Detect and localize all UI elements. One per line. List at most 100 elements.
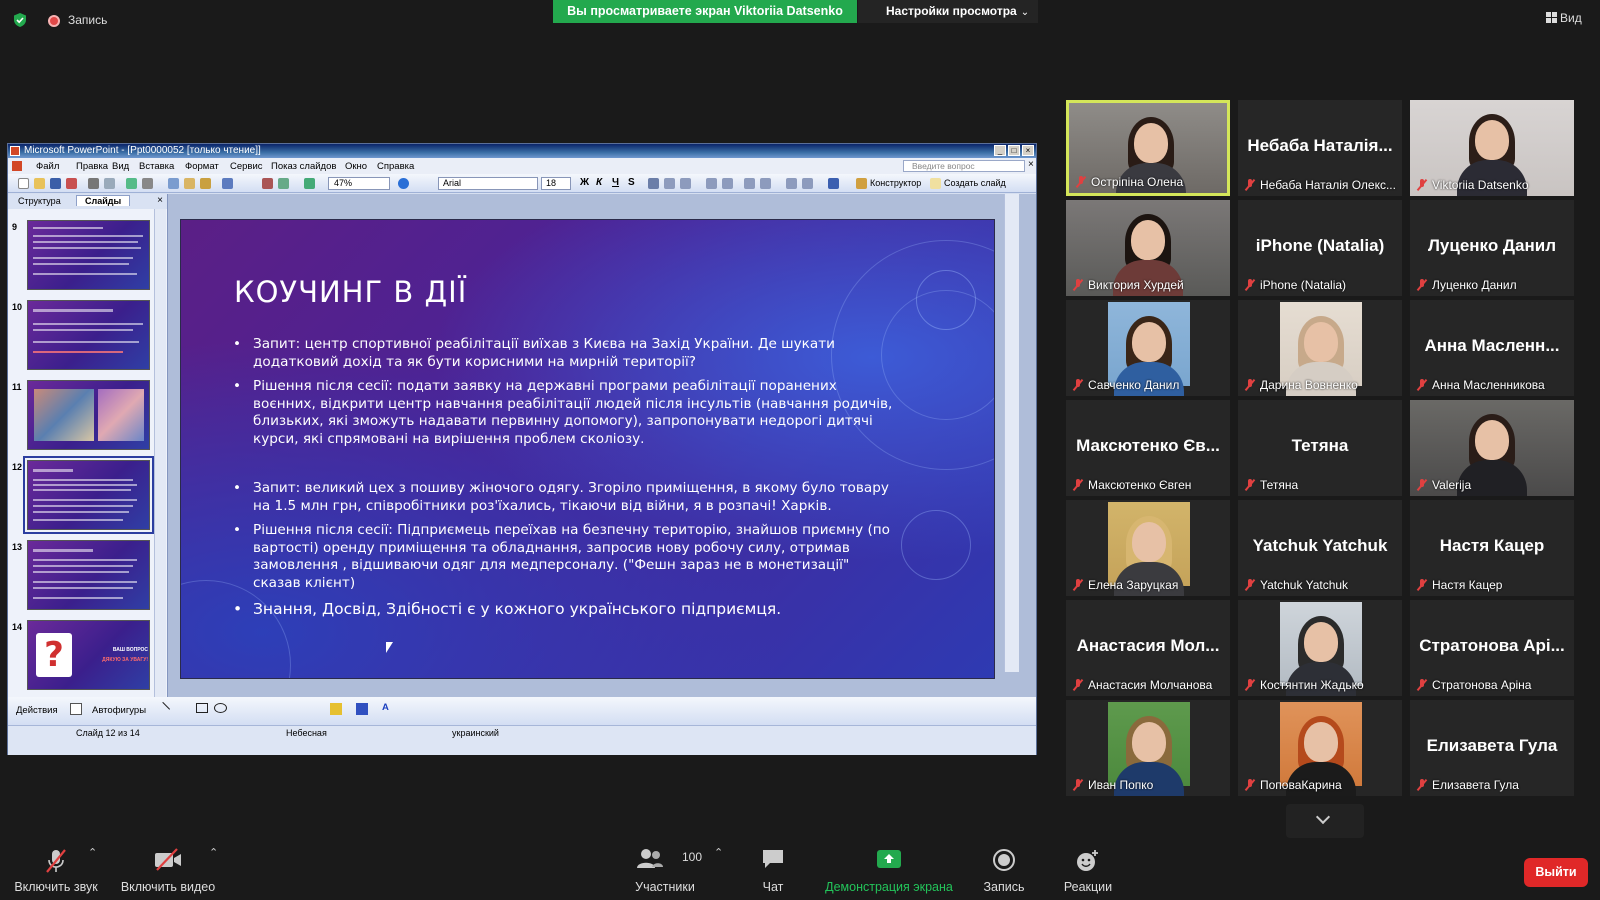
- maximize-icon[interactable]: □: [1008, 145, 1020, 156]
- decrease-font-icon[interactable]: [760, 178, 771, 189]
- font-select[interactable]: Arial: [438, 177, 538, 190]
- menu-file[interactable]: Файл: [36, 161, 59, 172]
- oval-tool-icon[interactable]: [214, 703, 227, 713]
- slide-scrollbar[interactable]: [1004, 194, 1019, 672]
- start-video-button[interactable]: Включить видео: [116, 838, 220, 900]
- slide-thumbnail-14[interactable]: ? ВАШ ВОПРОС ДЯКУЮ ЗА УВАГУ!: [27, 620, 150, 690]
- font-color-icon[interactable]: [828, 178, 839, 189]
- line-tool-icon[interactable]: [155, 701, 171, 717]
- participant-tile[interactable]: Дарина Вовненко: [1238, 300, 1402, 396]
- menu-insert[interactable]: Вставка: [139, 161, 174, 172]
- text-color-icon[interactable]: A: [382, 702, 389, 713]
- tab-slides[interactable]: Слайды: [76, 195, 131, 206]
- participants-button[interactable]: 100 Участники: [622, 838, 708, 900]
- participant-tile[interactable]: Иван Попко: [1066, 700, 1230, 796]
- slide-thumbnail-11[interactable]: [27, 380, 150, 450]
- participants-options-caret[interactable]: ⌃: [714, 846, 723, 859]
- participant-tile[interactable]: iPhone (Natalia) iPhone (Natalia): [1238, 200, 1402, 296]
- participant-tile[interactable]: Елизавета Гула Елизавета Гула: [1410, 700, 1574, 796]
- align-left-icon[interactable]: [648, 178, 659, 189]
- participant-tile[interactable]: Тетяна Тетяна: [1238, 400, 1402, 496]
- rectangle-tool-icon[interactable]: [196, 703, 208, 713]
- print-icon[interactable]: [88, 178, 99, 189]
- slide-thumbnail-10[interactable]: [27, 300, 150, 370]
- close-doc-icon[interactable]: ×: [1028, 159, 1034, 170]
- paste-icon[interactable]: [184, 178, 195, 189]
- shadow-button[interactable]: S: [628, 177, 635, 188]
- insert-chart-icon[interactable]: [262, 178, 273, 189]
- pane-close-icon[interactable]: ×: [157, 195, 163, 206]
- record-button[interactable]: Запись: [978, 838, 1030, 900]
- menu-edit[interactable]: Правка: [76, 161, 108, 172]
- participant-tile[interactable]: Стратонова Арі... Стратонова Аріна: [1410, 600, 1574, 696]
- select-pointer-icon[interactable]: [70, 703, 82, 715]
- participant-tile[interactable]: Максютенко Єв... Максютенко Євген: [1066, 400, 1230, 496]
- chat-button[interactable]: Чат: [748, 838, 798, 900]
- menu-view[interactable]: Вид: [112, 161, 129, 172]
- fill-color-icon[interactable]: [330, 703, 342, 715]
- bold-button[interactable]: Ж: [580, 177, 589, 188]
- help-icon[interactable]: [398, 178, 409, 189]
- participant-tile[interactable]: Viktoriia Datsenko: [1410, 100, 1574, 196]
- decrease-indent-icon[interactable]: [786, 178, 797, 189]
- gallery-next-page-button[interactable]: [1286, 804, 1364, 838]
- participant-tile[interactable]: Анастасия Мол... Анастасия Молчанова: [1066, 600, 1230, 696]
- new-slide-button[interactable]: Создать слайд: [944, 178, 1006, 188]
- view-button[interactable]: Вид: [1546, 11, 1582, 25]
- slide-thumbnail-13[interactable]: [27, 540, 150, 610]
- leave-meeting-button[interactable]: Выйти: [1524, 858, 1588, 887]
- line-color-icon[interactable]: [356, 703, 368, 715]
- research-icon[interactable]: [142, 178, 153, 189]
- participant-tile[interactable]: Савченко Данил: [1066, 300, 1230, 396]
- underline-button[interactable]: Ч: [612, 177, 619, 188]
- font-size-select[interactable]: 18: [541, 177, 571, 190]
- thumbnails-scrollbar[interactable]: [154, 209, 166, 724]
- numbering-icon[interactable]: [706, 178, 717, 189]
- participant-tile[interactable]: ПоповаКарина: [1238, 700, 1402, 796]
- participant-tile[interactable]: Елена Заруцкая: [1066, 500, 1230, 596]
- format-painter-icon[interactable]: [200, 178, 211, 189]
- new-icon[interactable]: [18, 178, 29, 189]
- permission-icon[interactable]: [66, 178, 77, 189]
- bullets-icon[interactable]: [722, 178, 733, 189]
- reactions-button[interactable]: Реакции: [1058, 838, 1118, 900]
- increase-indent-icon[interactable]: [802, 178, 813, 189]
- designer-button[interactable]: Конструктор: [870, 178, 921, 188]
- participant-tile[interactable]: Небаба Наталія... Небаба Наталія Олекс...: [1238, 100, 1402, 196]
- slide-thumbnail-9[interactable]: [27, 220, 150, 290]
- grid-toggle-icon[interactable]: [304, 178, 315, 189]
- participant-tile[interactable]: Костянтин Жадько: [1238, 600, 1402, 696]
- share-screen-button[interactable]: Демонстрация экрана: [820, 838, 958, 900]
- menu-window[interactable]: Окно: [345, 161, 367, 172]
- actions-menu[interactable]: Действия: [16, 705, 58, 716]
- ask-question-input[interactable]: Введите вопрос: [903, 160, 1025, 172]
- close-icon[interactable]: ×: [1022, 145, 1034, 156]
- slide-thumbnail-12[interactable]: [23, 456, 154, 534]
- participant-tile[interactable]: Yatchuk Yatchuk Yatchuk Yatchuk: [1238, 500, 1402, 596]
- participant-tile[interactable]: Настя Кацер Настя Кацер: [1410, 500, 1574, 596]
- security-shield-icon[interactable]: [12, 12, 28, 28]
- open-icon[interactable]: [34, 178, 45, 189]
- preview-icon[interactable]: [104, 178, 115, 189]
- increase-font-icon[interactable]: [744, 178, 755, 189]
- zoom-select[interactable]: 47%: [328, 177, 390, 190]
- video-options-caret[interactable]: ⌃: [209, 846, 218, 859]
- insert-table-icon[interactable]: [278, 178, 289, 189]
- menu-tools[interactable]: Сервис: [230, 161, 263, 172]
- minimize-icon[interactable]: _: [994, 145, 1006, 156]
- menu-format[interactable]: Формат: [185, 161, 219, 172]
- view-options-dropdown[interactable]: Настройки просмотра ⌄: [858, 0, 1038, 23]
- spelling-icon[interactable]: [126, 178, 137, 189]
- participant-tile[interactable]: Анна Масленн... Анна Масленникова: [1410, 300, 1574, 396]
- save-icon[interactable]: [50, 178, 61, 189]
- participant-tile[interactable]: Виктория Хурдей: [1066, 200, 1230, 296]
- copy-icon[interactable]: [168, 178, 179, 189]
- menu-help[interactable]: Справка: [377, 161, 414, 172]
- italic-button[interactable]: К: [596, 177, 602, 188]
- align-center-icon[interactable]: [664, 178, 675, 189]
- participant-tile[interactable]: Остріпіна Олена: [1066, 100, 1230, 196]
- audio-options-caret[interactable]: ⌃: [88, 846, 97, 859]
- align-right-icon[interactable]: [680, 178, 691, 189]
- undo-icon[interactable]: [222, 178, 233, 189]
- autoshapes-menu[interactable]: Автофигуры: [92, 705, 146, 716]
